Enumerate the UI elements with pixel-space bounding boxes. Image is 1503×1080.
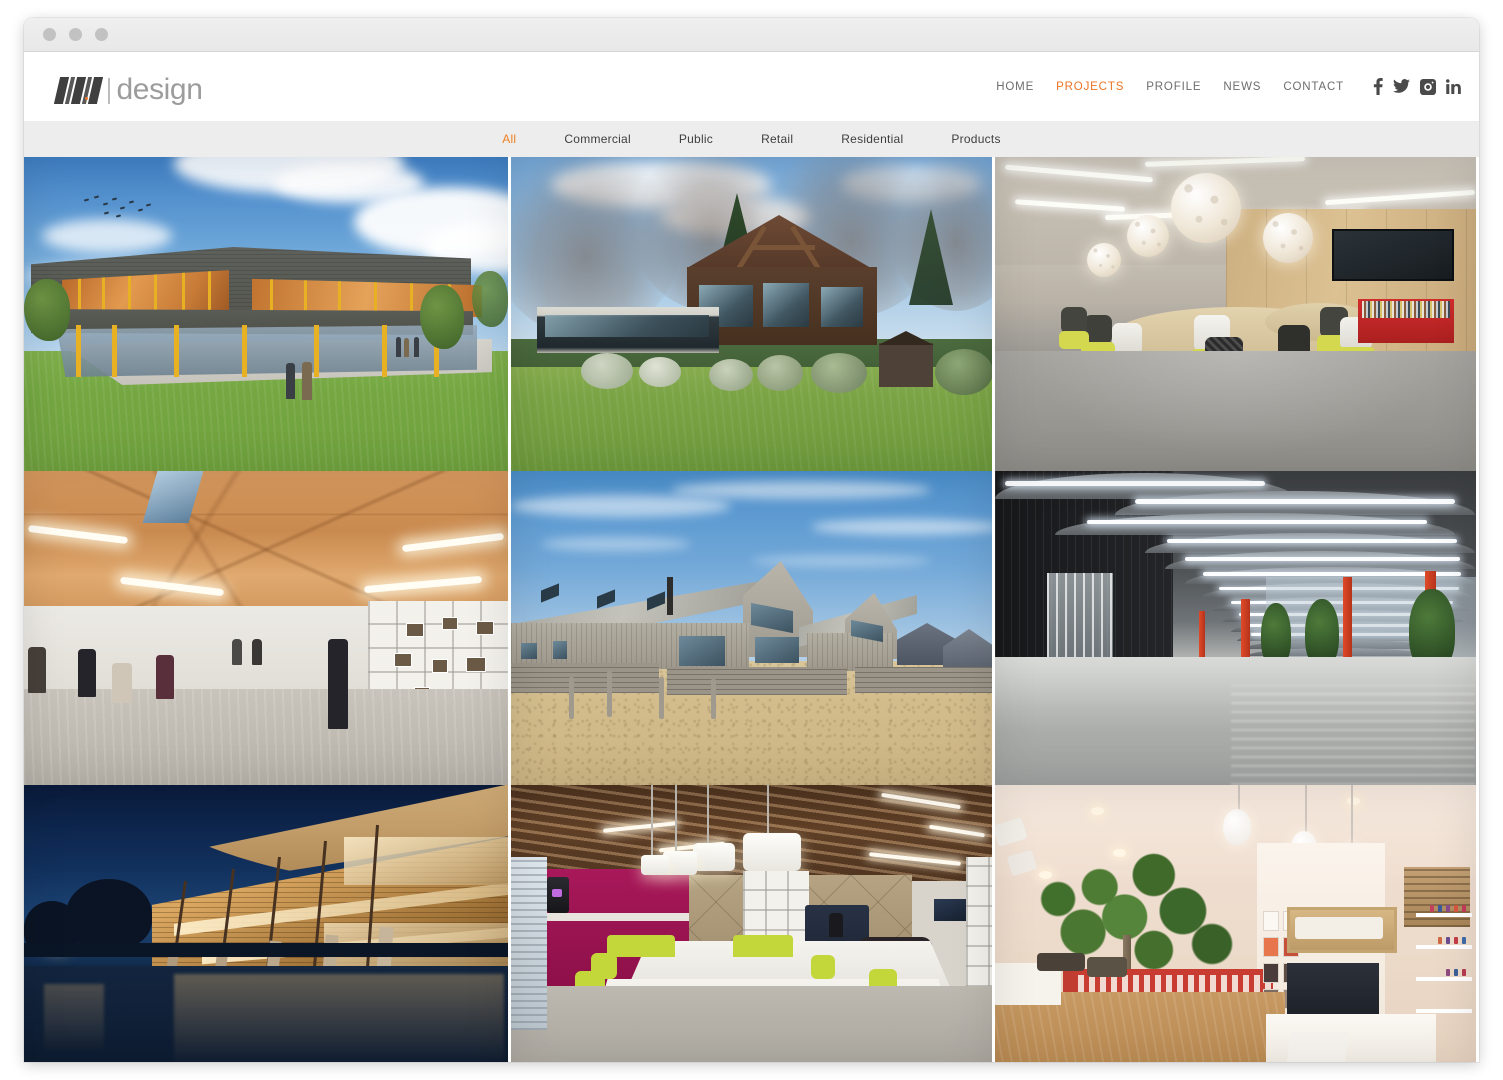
nav-item-news[interactable]: NEWS	[1223, 81, 1261, 93]
gallery-item-7[interactable]	[24, 785, 508, 1062]
nav-item-projects[interactable]: PROJECTS	[1056, 81, 1124, 93]
project-thumbnail-2	[511, 157, 992, 471]
gallery-item-6[interactable]	[992, 471, 1476, 785]
window-minimize-button[interactable]	[69, 28, 82, 41]
project-thumbnail-3	[995, 157, 1476, 471]
project-filter-bar: All Commercial Public Retail Residential…	[24, 121, 1479, 157]
window-maximize-button[interactable]	[95, 28, 108, 41]
project-thumbnail-9	[995, 785, 1476, 1062]
gallery-item-2[interactable]	[508, 157, 992, 471]
linkedin-icon[interactable]	[1446, 79, 1461, 94]
nav-item-contact[interactable]: CONTACT	[1283, 81, 1344, 93]
filter-all[interactable]: All	[502, 132, 516, 146]
logo-wordmark: design	[116, 72, 203, 106]
instagram-icon[interactable]	[1420, 78, 1436, 95]
project-thumbnail-4	[24, 471, 508, 785]
logo-separator	[108, 77, 110, 104]
gallery-item-3[interactable]	[992, 157, 1476, 471]
social-links	[1373, 78, 1461, 95]
project-thumbnail-7	[24, 785, 508, 1062]
project-thumbnail-6	[995, 471, 1476, 785]
nav-item-home[interactable]: HOME	[996, 81, 1034, 93]
filter-residential[interactable]: Residential	[841, 132, 903, 146]
browser-window: design HOME PROJECTS PROFILE NEWS CONTAC…	[24, 18, 1479, 1062]
gallery-item-1[interactable]	[24, 157, 508, 471]
nav-item-profile[interactable]: PROFILE	[1146, 81, 1201, 93]
site-header: design HOME PROJECTS PROFILE NEWS CONTAC…	[24, 52, 1479, 121]
gallery-item-4[interactable]	[24, 471, 508, 785]
site-logo[interactable]: design	[53, 70, 203, 106]
project-gallery-grid	[24, 157, 1479, 1062]
filter-commercial[interactable]: Commercial	[564, 132, 631, 146]
gallery-item-9[interactable]	[992, 785, 1476, 1062]
gallery-item-5[interactable]	[508, 471, 992, 785]
browser-titlebar	[24, 18, 1479, 52]
twitter-icon[interactable]	[1393, 79, 1410, 94]
main-navigation: HOME PROJECTS PROFILE NEWS CONTACT	[974, 78, 1461, 95]
filter-public[interactable]: Public	[679, 132, 713, 146]
filter-products[interactable]: Products	[951, 132, 1000, 146]
project-thumbnail-8	[511, 785, 992, 1062]
window-close-button[interactable]	[43, 28, 56, 41]
filter-retail[interactable]: Retail	[761, 132, 793, 146]
gallery-item-8[interactable]	[508, 785, 992, 1062]
wm-monogram-icon	[53, 76, 104, 104]
project-thumbnail-5	[511, 471, 992, 785]
project-thumbnail-1	[24, 157, 508, 471]
facebook-icon[interactable]	[1373, 78, 1383, 95]
